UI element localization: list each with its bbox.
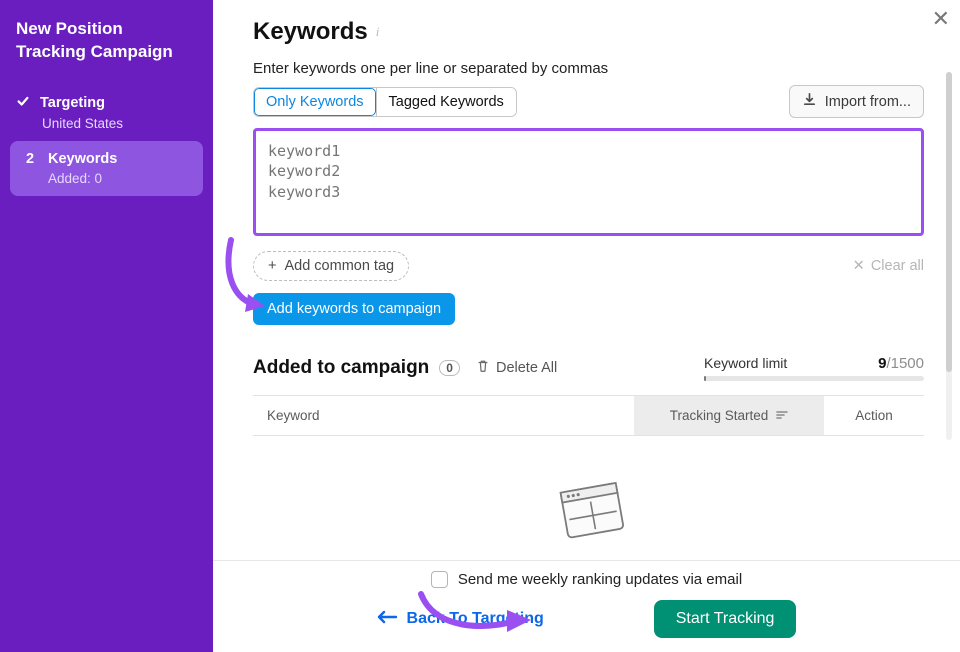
col-keyword[interactable]: Keyword: [253, 396, 634, 435]
delete-all-label: Delete All: [496, 360, 557, 376]
keywords-table-header: Keyword Tracking Started Action: [253, 395, 924, 436]
tab-tagged-keywords[interactable]: Tagged Keywords: [376, 88, 516, 116]
main-panel: ✕ Keywords i Enter keywords one per line…: [213, 0, 960, 652]
step-label: Keywords: [48, 151, 117, 167]
limit-label: Keyword limit: [704, 355, 787, 371]
x-icon: ✕: [853, 258, 865, 274]
footer: Send me weekly ranking updates via email…: [213, 560, 960, 652]
trash-icon: [476, 359, 490, 377]
add-common-tag-button[interactable]: + Add common tag: [253, 251, 409, 281]
keyword-limit: Keyword limit 9/1500: [704, 355, 924, 381]
sidebar-title: New Position Tracking Campaign: [0, 18, 213, 86]
tag-button-label: Add common tag: [284, 258, 394, 274]
weekly-updates-label: Send me weekly ranking updates via email: [458, 571, 742, 588]
start-tracking-button[interactable]: Start Tracking: [654, 600, 797, 638]
added-title: Added to campaign: [253, 357, 429, 379]
import-label: Import from...: [825, 94, 911, 110]
sidebar: New Position Tracking Campaign Targeting…: [0, 0, 213, 652]
step-label: Targeting: [40, 95, 105, 111]
col-tracking-started[interactable]: Tracking Started: [634, 396, 824, 435]
arrow-left-icon: [377, 610, 397, 629]
weekly-updates-checkbox[interactable]: [431, 571, 448, 588]
limit-total: /1500: [886, 355, 924, 372]
step-sublabel: United States: [42, 116, 197, 131]
back-label: Back To Targeting: [407, 610, 544, 628]
step-number: 2: [22, 151, 38, 167]
plus-icon: +: [268, 258, 276, 274]
sidebar-step-keywords[interactable]: 2 Keywords Added: 0: [10, 141, 203, 196]
page-title: Keywords: [253, 18, 368, 46]
back-to-targeting-button[interactable]: Back To Targeting: [377, 610, 544, 629]
scrollbar[interactable]: [946, 72, 952, 440]
checkmark-icon: [16, 94, 30, 112]
clear-all-button[interactable]: ✕ Clear all: [853, 258, 924, 274]
tab-only-keywords[interactable]: Only Keywords: [254, 88, 376, 116]
col-tracking-label: Tracking Started: [670, 408, 769, 423]
clear-all-label: Clear all: [871, 258, 924, 274]
sort-icon: [776, 408, 788, 423]
sidebar-step-targeting[interactable]: Targeting United States: [0, 86, 213, 141]
download-icon: [802, 92, 817, 111]
empty-state-illustration: [253, 470, 924, 550]
info-icon[interactable]: i: [376, 24, 380, 40]
import-from-button[interactable]: Import from...: [789, 85, 924, 118]
limit-progress-bar: [704, 376, 924, 381]
instruction-text: Enter keywords one per line or separated…: [253, 60, 924, 77]
added-count-badge: 0: [439, 360, 460, 376]
keywords-textarea[interactable]: [253, 128, 924, 236]
delete-all-button[interactable]: Delete All: [476, 359, 557, 377]
keyword-mode-tabs: Only Keywords Tagged Keywords: [253, 87, 517, 117]
step-sublabel: Added: 0: [48, 171, 191, 186]
scrollbar-thumb[interactable]: [946, 72, 952, 372]
add-keywords-button[interactable]: Add keywords to campaign: [253, 293, 455, 325]
col-action: Action: [824, 396, 924, 435]
